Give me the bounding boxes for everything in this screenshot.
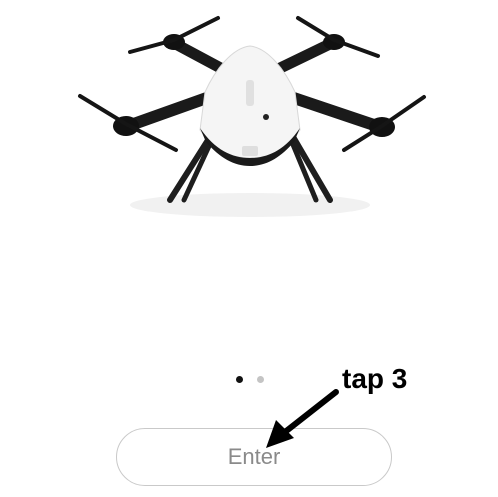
page-dot-active xyxy=(236,376,243,383)
page-indicator xyxy=(236,376,264,383)
drone-image xyxy=(78,16,426,217)
page-dot-inactive xyxy=(257,376,264,383)
enter-button[interactable]: Enter xyxy=(116,428,392,486)
annotation-label: tap 3 xyxy=(342,363,408,394)
enter-button-label: Enter xyxy=(227,444,281,469)
